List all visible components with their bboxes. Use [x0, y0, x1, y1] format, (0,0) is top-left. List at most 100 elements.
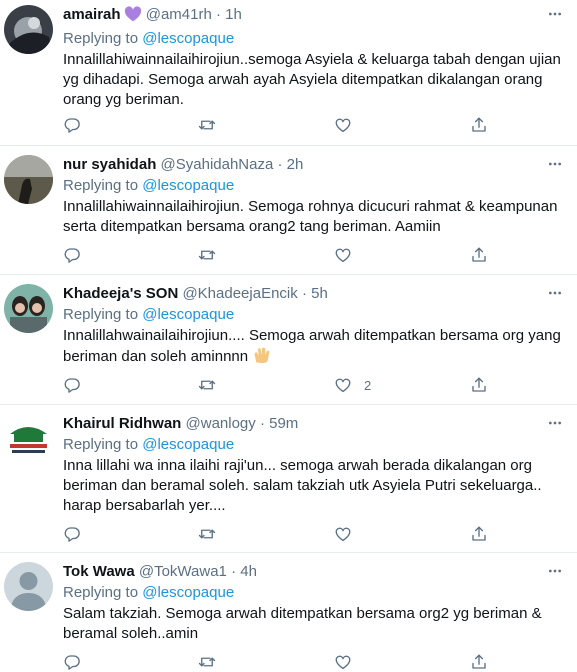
share-icon: [470, 653, 488, 671]
tweet-header: nur syahidah @SyahidahNaza · 2h: [63, 155, 567, 175]
avatar[interactable]: [4, 155, 53, 204]
retweet-button[interactable]: [198, 652, 216, 672]
tweet-header: Khairul Ridhwan @wanlogy · 59m: [63, 414, 567, 434]
display-name[interactable]: Khadeeja's SON: [63, 285, 178, 302]
share-icon: [470, 525, 488, 543]
retweet-button[interactable]: [198, 524, 216, 544]
timestamp[interactable]: 5h: [311, 285, 328, 302]
replying-to-label: Replying to: [63, 306, 139, 323]
replying-to: Replying to @lescopaque: [63, 176, 567, 196]
mention-link[interactable]: @lescopaque: [142, 30, 234, 47]
retweet-button[interactable]: [198, 245, 216, 265]
tweet-actions: [63, 524, 493, 544]
timestamp[interactable]: 59m: [269, 415, 298, 432]
tweet[interactable]: Khadeeja's SON @KhadeejaEncik · 5h Reply…: [0, 275, 577, 405]
reply-button[interactable]: [63, 245, 81, 265]
display-name[interactable]: amairah: [63, 6, 121, 23]
retweet-button[interactable]: [198, 375, 216, 395]
reply-button[interactable]: [63, 524, 81, 544]
avatar-image: [4, 414, 53, 463]
tweet[interactable]: Khairul Ridhwan @wanlogy · 59m Replying …: [0, 405, 577, 553]
mention-link[interactable]: @lescopaque: [142, 584, 234, 601]
replying-to-label: Replying to: [63, 30, 139, 47]
timestamp[interactable]: 2h: [287, 156, 304, 173]
like-icon: [334, 246, 352, 264]
clapping-hands-emoji: [252, 346, 272, 370]
avatar[interactable]: [4, 414, 53, 463]
share-button[interactable]: [470, 245, 488, 265]
like-button[interactable]: [334, 524, 364, 544]
like-icon: [334, 653, 352, 671]
reply-icon: [63, 653, 81, 671]
share-icon: [470, 116, 488, 134]
tweet-actions: 2: [63, 375, 493, 395]
tweet-actions: [63, 652, 493, 672]
retweet-icon: [198, 116, 216, 134]
retweet-icon: [198, 376, 216, 394]
user-handle[interactable]: @SyahidahNaza: [161, 156, 274, 173]
reply-icon: [63, 525, 81, 543]
tweet-text: Inna lillahi wa inna ilaihi raji'un... s…: [63, 457, 542, 514]
tweet-header: Khadeeja's SON @KhadeejaEncik · 5h: [63, 284, 567, 304]
like-button[interactable]: [334, 115, 364, 135]
share-icon: [470, 376, 488, 394]
separator-dot: ·: [231, 563, 237, 580]
like-count: 2: [364, 377, 372, 393]
reply-feed: amairah @am41rh · 1h Replying to @lescop…: [0, 0, 577, 661]
tweet-text-content: Innalillahwainailaihirojiun.... Semoga a…: [63, 327, 561, 365]
share-button[interactable]: [470, 524, 488, 544]
reply-button[interactable]: [63, 115, 81, 135]
display-name[interactable]: Khairul Ridhwan: [63, 415, 181, 432]
reply-button[interactable]: [63, 652, 81, 672]
avatar-image: [4, 284, 53, 333]
tweet-text: Innalillahwainailaihirojiun.... Semoga a…: [63, 326, 567, 370]
share-button[interactable]: [470, 652, 488, 672]
tweet-header: amairah @am41rh · 1h: [63, 5, 567, 28]
replying-to: Replying to @lescopaque: [63, 435, 567, 455]
retweet-icon: [198, 246, 216, 264]
reply-button[interactable]: [63, 375, 81, 395]
tweet[interactable]: nur syahidah @SyahidahNaza · 2h Replying…: [0, 146, 577, 275]
separator-dot: ·: [215, 6, 221, 23]
replying-to: Replying to @lescopaque: [63, 305, 567, 325]
mention-link[interactable]: @lescopaque: [142, 436, 234, 453]
timestamp[interactable]: 1h: [225, 6, 242, 23]
avatar[interactable]: [4, 5, 53, 54]
separator-dot: ·: [259, 415, 265, 432]
tweet[interactable]: amairah @am41rh · 1h Replying to @lescop…: [0, 0, 577, 146]
avatar[interactable]: [4, 562, 53, 611]
like-button[interactable]: [334, 245, 364, 265]
share-button[interactable]: [470, 375, 488, 395]
like-icon: [334, 116, 352, 134]
user-handle[interactable]: @am41rh: [146, 6, 212, 23]
purple-heart-emoji: [124, 6, 142, 28]
like-button[interactable]: 2: [334, 375, 371, 395]
tweet-text: Salam takziah. Semoga arwah ditempatkan …: [63, 605, 542, 642]
avatar-image: [4, 5, 53, 54]
mention-link[interactable]: @lescopaque: [142, 306, 234, 323]
avatar-image: [4, 155, 53, 204]
avatar[interactable]: [4, 284, 53, 333]
retweet-button[interactable]: [198, 115, 216, 135]
mention-link[interactable]: @lescopaque: [142, 177, 234, 194]
user-handle[interactable]: @wanlogy: [186, 415, 256, 432]
reply-icon: [63, 376, 81, 394]
reply-icon: [63, 116, 81, 134]
like-button[interactable]: [334, 652, 364, 672]
user-handle[interactable]: @TokWawa1: [139, 563, 227, 580]
share-button[interactable]: [470, 115, 488, 135]
like-icon: [334, 376, 352, 394]
display-name[interactable]: nur syahidah: [63, 156, 156, 173]
user-handle[interactable]: @KhadeejaEncik: [182, 285, 297, 302]
separator-dot: ·: [301, 285, 307, 302]
replying-to: Replying to @lescopaque: [63, 29, 567, 49]
timestamp[interactable]: 4h: [240, 563, 257, 580]
tweet-text: Innalillahiwainnailaihirojiun. Semoga ro…: [63, 198, 558, 235]
avatar-image: [4, 562, 53, 611]
retweet-icon: [198, 525, 216, 543]
tweet-actions: [63, 115, 493, 135]
tweet[interactable]: Tok Wawa @TokWawa1 · 4h Replying to @les…: [0, 553, 577, 661]
replying-to-label: Replying to: [63, 177, 139, 194]
replying-to-label: Replying to: [63, 584, 139, 601]
display-name[interactable]: Tok Wawa: [63, 563, 135, 580]
